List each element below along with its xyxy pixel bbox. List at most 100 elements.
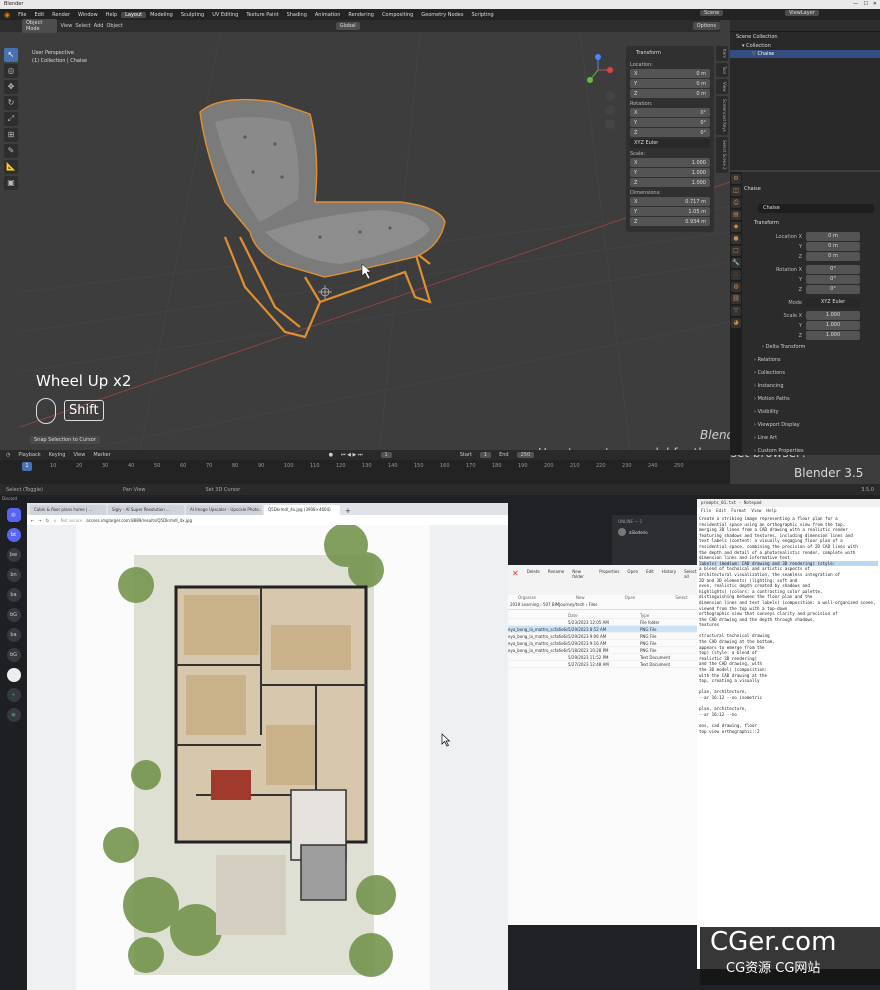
- world-props-icon[interactable]: ●: [731, 234, 741, 244]
- prop-scale-z[interactable]: Z 1.000: [744, 331, 880, 340]
- timeline-editor-icon[interactable]: ◷: [6, 452, 10, 458]
- discord-home-icon[interactable]: ◎: [6, 508, 21, 522]
- scale-tool-icon[interactable]: ⤢: [4, 112, 18, 126]
- explore-servers-icon[interactable]: ◉: [6, 708, 21, 722]
- explorer-breadcrumb[interactable]: 2019 Learning › 507 BIMJourney/tech › Fi…: [510, 602, 708, 607]
- scale-x-field[interactable]: X 1.000: [630, 158, 710, 167]
- notepad-menu-help[interactable]: Help: [766, 507, 776, 514]
- outliner-collection[interactable]: ▾ Collection: [730, 42, 880, 50]
- prop-location-x[interactable]: Location X0 m: [744, 232, 880, 241]
- add-menu[interactable]: Add: [94, 23, 104, 29]
- workspace-tab-compositing[interactable]: Compositing: [378, 12, 417, 18]
- workspace-tab-geometry-nodes[interactable]: Geometry Nodes: [417, 12, 467, 18]
- end-frame-field[interactable]: 250: [516, 452, 535, 458]
- server-avatar-icon[interactable]: [6, 668, 21, 682]
- prop-scale-x[interactable]: Scale X 1.000: [744, 311, 880, 320]
- workspace-tab-animation[interactable]: Animation: [311, 12, 345, 18]
- render-props-icon[interactable]: ◫: [731, 186, 741, 196]
- playback-controls[interactable]: ⏮ ◀ ▶ ⏭: [341, 452, 362, 458]
- mode-selector[interactable]: Object Mode: [22, 19, 58, 33]
- snap-selection-button[interactable]: Snap Selection to Cursor: [30, 436, 100, 444]
- section-relations[interactable]: › Relations: [744, 357, 880, 363]
- prop-rotation-y[interactable]: Y 0°: [744, 275, 880, 284]
- object-name-field[interactable]: Chaise: [758, 204, 874, 213]
- annotate-tool-icon[interactable]: ✎: [4, 144, 18, 158]
- notepad-menu-edit[interactable]: Edit: [716, 507, 726, 514]
- prop-rotation-mode[interactable]: Mode XYZ Euler: [744, 298, 880, 307]
- transform-tool-icon[interactable]: ⊞: [4, 128, 18, 142]
- data-props-icon[interactable]: ▽: [731, 306, 741, 316]
- view-layer-icon[interactable]: ▤: [731, 210, 741, 220]
- measure-tool-icon[interactable]: 📐: [4, 160, 18, 174]
- constraints-props-icon[interactable]: ⛓: [731, 294, 741, 304]
- server-icon-bg-2[interactable]: bG: [6, 648, 21, 662]
- location-z-field[interactable]: Z0 m: [630, 89, 710, 98]
- prop-rotation-x[interactable]: Rotation X 0°: [744, 265, 880, 274]
- menu-render[interactable]: Render: [48, 12, 74, 18]
- browser-tab-4[interactable]: Q5Dkrmdl_4x.jpg (3908×4604): [264, 505, 340, 515]
- rotation-z-field[interactable]: Z 0°: [630, 128, 710, 137]
- workspace-tab-layout[interactable]: Layout: [121, 11, 147, 18]
- output-props-icon[interactable]: ⎙: [731, 198, 741, 208]
- scale-z-field[interactable]: Z 1.000: [630, 178, 710, 187]
- browser-tab-1[interactable]: Cabin & floor plans home | ...: [30, 505, 106, 515]
- menu-window[interactable]: Window: [74, 12, 102, 18]
- rotation-mode-select[interactable]: XYZ Euler: [630, 139, 710, 148]
- workspace-tab-sculpting[interactable]: Sculpting: [177, 12, 208, 18]
- image-viewer[interactable]: [27, 523, 508, 990]
- ribbon-open[interactable]: Open: [627, 569, 638, 574]
- move-tool-icon[interactable]: ✥: [4, 80, 18, 94]
- keying-menu[interactable]: Keying: [49, 452, 66, 458]
- tab-tool[interactable]: Tool: [716, 63, 728, 77]
- menu-help[interactable]: Help: [102, 12, 121, 18]
- server-icon-bg[interactable]: bG: [6, 608, 21, 622]
- scene-props-icon[interactable]: ◆: [731, 222, 741, 232]
- ribbon-delete[interactable]: Delete: [527, 569, 540, 574]
- section-instancing[interactable]: › Instancing: [744, 383, 880, 389]
- forward-icon[interactable]: →: [38, 518, 41, 523]
- rotate-tool-icon[interactable]: ↻: [4, 96, 18, 110]
- location-y-field[interactable]: Y0 m: [630, 79, 710, 88]
- options-button[interactable]: Options: [692, 22, 720, 30]
- server-icon-bt[interactable]: bt: [6, 528, 21, 542]
- cursor-tool-icon[interactable]: ◎: [4, 64, 18, 78]
- server-icon-bn[interactable]: bn: [6, 568, 21, 582]
- object-props-icon[interactable]: □: [731, 246, 741, 256]
- prop-location-z[interactable]: Z0 m: [744, 252, 880, 261]
- ribbon-history[interactable]: History: [662, 569, 676, 574]
- view-layer-selector[interactable]: ViewLayer: [785, 10, 819, 16]
- object-menu[interactable]: Object: [106, 23, 122, 29]
- scene-selector[interactable]: Scene: [700, 10, 724, 16]
- server-icon-ba[interactable]: ba: [6, 588, 21, 602]
- blender-logo-icon[interactable]: ◉: [0, 11, 14, 19]
- navigation-gizmo[interactable]: [580, 52, 616, 132]
- section-line-art[interactable]: › Line Art: [744, 435, 880, 441]
- current-frame-field[interactable]: 1: [380, 452, 392, 458]
- workspace-tab-rendering[interactable]: Rendering: [344, 12, 378, 18]
- browser-tab-2[interactable]: Sigiy - AI Super Resolution ...: [108, 505, 184, 515]
- material-props-icon[interactable]: ◕: [731, 318, 741, 328]
- record-icon[interactable]: ●: [329, 452, 333, 458]
- server-icon-ba-2[interactable]: ba: [6, 628, 21, 642]
- member-item[interactable]: aSloderlo: [612, 528, 702, 536]
- timeline-view-menu[interactable]: View: [73, 452, 85, 458]
- tool-props-icon[interactable]: ⚙: [731, 174, 741, 184]
- tab-view[interactable]: View: [716, 78, 728, 95]
- minimize-icon[interactable]: —: [853, 0, 858, 9]
- select-menu[interactable]: Select: [75, 23, 90, 29]
- add-cube-tool-icon[interactable]: ▣: [4, 176, 18, 190]
- workspace-tab-scripting[interactable]: Scripting: [467, 12, 497, 18]
- playback-menu[interactable]: Playback: [18, 452, 40, 458]
- ribbon-rename[interactable]: Rename: [548, 569, 564, 574]
- orientation-selector[interactable]: Global: [335, 22, 360, 30]
- address-bar[interactable]: access.imglarger.com:8889/results/Q5Dkrm…: [86, 518, 192, 523]
- dimension-x-field[interactable]: X 0.717 m: [630, 197, 710, 206]
- ribbon-properties[interactable]: Properties: [599, 569, 619, 574]
- modifier-props-icon[interactable]: 🔧: [731, 258, 741, 268]
- menu-file[interactable]: File: [14, 12, 30, 18]
- outliner-chaise[interactable]: ▽ Chaise: [730, 50, 880, 58]
- prop-scale-y[interactable]: Y 1.000: [744, 321, 880, 330]
- rotation-y-field[interactable]: Y 0°: [630, 118, 710, 127]
- workspace-tab-modeling[interactable]: Modeling: [146, 12, 177, 18]
- server-icon-bw[interactable]: bw: [6, 548, 21, 562]
